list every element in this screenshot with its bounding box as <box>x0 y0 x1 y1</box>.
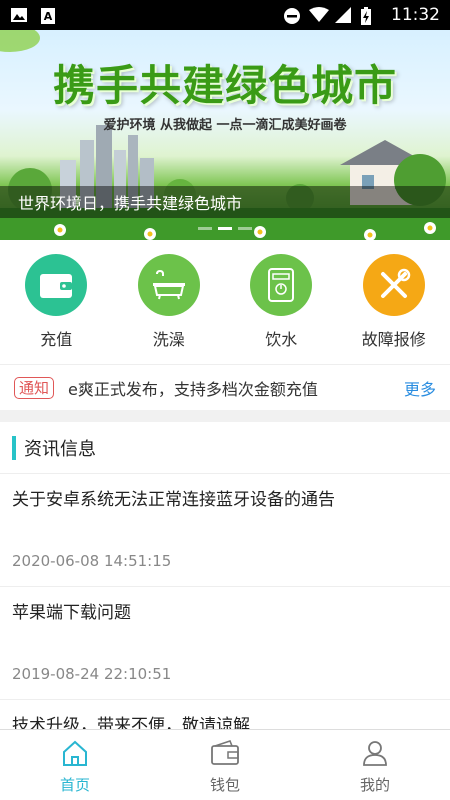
news-item-title: 技术升级，带来不便，敬请谅解 <box>12 716 250 729</box>
repair-tools-icon <box>362 254 425 316</box>
quick-menu-label: 饮水 <box>265 330 298 349</box>
wifi-icon <box>309 7 329 23</box>
wallet-icon <box>25 254 88 316</box>
news-item-title: 关于安卓系统无法正常连接蓝牙设备的通告 <box>12 490 335 510</box>
wallet-outline-icon <box>210 740 240 770</box>
banner-dots <box>0 227 450 230</box>
quick-menu-recharge[interactable]: 充值 <box>6 254 106 350</box>
news-header-title: 资讯信息 <box>24 438 96 460</box>
water-dispenser-icon <box>250 254 313 316</box>
battery-icon <box>361 7 379 25</box>
news-item[interactable]: 关于安卓系统无法正常连接蓝牙设备的通告 2020-06-08 14:51:15 <box>0 474 450 587</box>
tab-label: 首页 <box>59 776 90 794</box>
quick-menu-label: 洗澡 <box>152 330 185 349</box>
svg-text:A: A <box>44 10 53 23</box>
banner-caption-bar: 世界环境日，携手共建绿色城市 <box>0 186 450 218</box>
banner-carousel[interactable]: 携手共建绿色城市 爱护环境 从我做起 一点一滴汇成美好画卷 世界环境日，携手共建… <box>0 30 450 240</box>
carousel-dot[interactable] <box>198 227 212 230</box>
carousel-dot[interactable] <box>238 227 252 230</box>
bathtub-icon <box>137 254 200 316</box>
dnd-icon <box>283 7 301 24</box>
news-list: 关于安卓系统无法正常连接蓝牙设备的通告 2020-06-08 14:51:15 … <box>0 474 450 729</box>
news-header-accent <box>12 435 16 460</box>
image-icon <box>10 7 28 23</box>
font-icon: A <box>40 7 58 24</box>
status-left: A <box>10 7 58 24</box>
quick-menu-label: 故障报修 <box>361 330 426 349</box>
status-bar: A 11:32 <box>0 0 450 30</box>
notice-tag: 通知 <box>14 376 55 399</box>
section-divider <box>0 410 450 422</box>
quick-menu: 充值 洗澡 饮水 故障报修 <box>0 242 450 360</box>
notice-bar[interactable]: 通知 e爽正式发布，支持多档次金额充值 更多 <box>0 364 450 410</box>
quick-menu-bath[interactable]: 洗澡 <box>119 254 219 350</box>
news-item-date: 2019-08-24 22:10:51 <box>12 665 172 683</box>
banner-caption: 世界环境日，携手共建绿色城市 <box>18 194 243 213</box>
status-time: 11:32 <box>391 5 440 25</box>
carousel-dot-active[interactable] <box>218 227 232 230</box>
home-icon <box>61 740 89 770</box>
tab-profile[interactable]: 我的 <box>300 730 450 800</box>
status-right: 11:32 <box>283 5 440 25</box>
bottom-tab-bar: 首页 钱包 我的 <box>0 729 450 800</box>
banner-title: 携手共建绿色城市 <box>52 61 397 110</box>
tab-label: 钱包 <box>209 776 240 794</box>
tab-label: 我的 <box>359 776 390 794</box>
tab-wallet[interactable]: 钱包 <box>150 730 300 800</box>
signal-icon <box>335 7 353 23</box>
banner-subtitle: 爱护环境 从我做起 一点一滴汇成美好画卷 <box>103 118 347 133</box>
notice-more-link[interactable]: 更多 <box>404 376 436 400</box>
tab-home[interactable]: 首页 <box>0 730 150 800</box>
quick-menu-repair[interactable]: 故障报修 <box>344 254 444 350</box>
news-item-title: 苹果端下载问题 <box>12 603 131 623</box>
news-item[interactable]: 技术升级，带来不便，敬请谅解 <box>0 700 450 729</box>
notice-text[interactable]: e爽正式发布，支持多档次金额充值 <box>68 376 404 400</box>
news-header: 资讯信息 <box>0 422 450 474</box>
news-item-date: 2020-06-08 14:51:15 <box>12 552 172 570</box>
quick-menu-label: 充值 <box>40 330 73 349</box>
news-item[interactable]: 苹果端下载问题 2019-08-24 22:10:51 <box>0 587 450 700</box>
quick-menu-water[interactable]: 饮水 <box>231 254 331 350</box>
user-icon <box>361 740 389 770</box>
